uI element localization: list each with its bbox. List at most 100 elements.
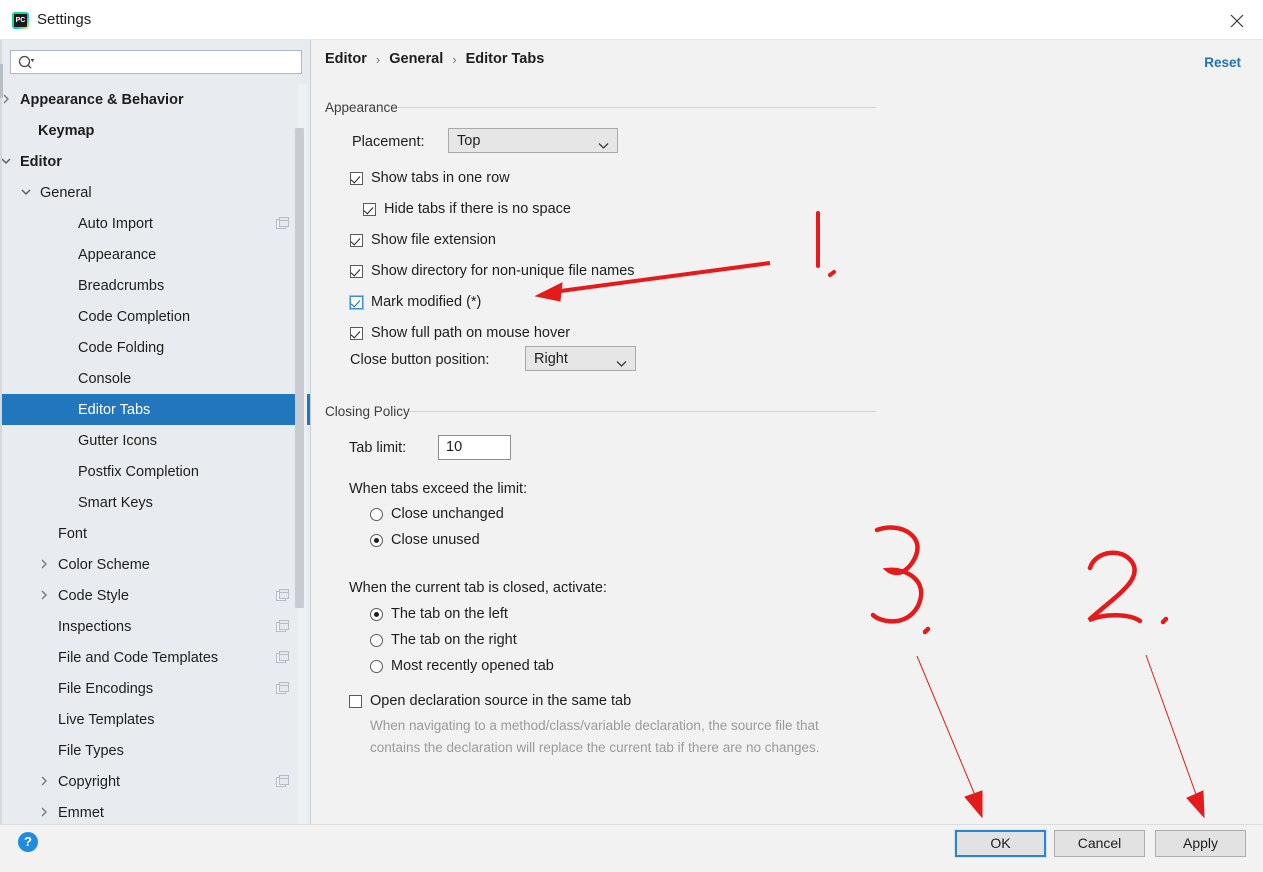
sidebar-left-edge xyxy=(0,40,2,824)
checkbox-row-show-file-extension[interactable]: Show file extension xyxy=(350,232,496,248)
sidebar-item-file-encodings[interactable]: File Encodings xyxy=(0,673,310,704)
search-field-wrap xyxy=(10,50,302,74)
chevron-right-icon[interactable] xyxy=(39,559,55,575)
cancel-button[interactable]: Cancel xyxy=(1054,830,1145,857)
sidebar-scrollbar-track[interactable] xyxy=(295,84,307,824)
sidebar-item-appearance[interactable]: Appearance xyxy=(0,239,310,270)
appearance-group-title: Appearance xyxy=(325,100,405,115)
checkbox-label: Mark modified (*) xyxy=(371,294,482,310)
checkbox-row-show-tabs-in-one-row[interactable]: Show tabs in one row xyxy=(350,170,510,186)
sidebar-item-inspections[interactable]: Inspections xyxy=(0,611,310,642)
sidebar-item-auto-import[interactable]: Auto Import xyxy=(0,208,310,239)
sidebar-item-label: Keymap xyxy=(38,122,95,139)
checkbox-show-file-extension[interactable] xyxy=(350,233,363,247)
sidebar-item-editor[interactable]: Editor xyxy=(0,146,310,177)
radio-row-the-tab-on-the-left[interactable]: The tab on the left xyxy=(370,606,508,622)
chevron-down-icon xyxy=(616,355,627,373)
radio-row-the-tab-on-the-right[interactable]: The tab on the right xyxy=(370,632,517,648)
config-scope-icon xyxy=(276,775,289,787)
radio-the-tab-on-the-right[interactable] xyxy=(370,633,383,647)
chevron-right-icon[interactable] xyxy=(39,590,55,606)
sidebar-item-label: Console xyxy=(78,370,132,387)
radio-row-most-recently-opened-tab[interactable]: Most recently opened tab xyxy=(370,658,554,674)
sidebar-item-postfix-completion[interactable]: Postfix Completion xyxy=(0,456,310,487)
checkbox-row-hide-tabs-if-there-is-no-space[interactable]: Hide tabs if there is no space xyxy=(363,201,571,217)
checkbox-show-tabs-in-one-row[interactable] xyxy=(350,171,363,185)
sidebar-item-font[interactable]: Font xyxy=(0,518,310,549)
close-button[interactable] xyxy=(1219,8,1255,33)
open-declaration-checkbox-row[interactable]: Open declaration source in the same tab xyxy=(349,693,631,709)
chevron-right-icon xyxy=(41,559,47,569)
checkbox-row-show-directory-for-non-unique-file-names[interactable]: Show directory for non-unique file names xyxy=(350,263,635,279)
sidebar-item-general[interactable]: General xyxy=(0,177,310,208)
sidebar-scrollbar-thumb[interactable] xyxy=(295,128,304,608)
checkbox-show-full-path-on-mouse-hover[interactable] xyxy=(350,326,363,340)
checkbox-show-directory-for-non-unique-file-names[interactable] xyxy=(350,264,363,278)
checkbox-row-mark-modified[interactable]: Mark modified (*) xyxy=(350,294,481,310)
radio-the-tab-on-the-left[interactable] xyxy=(370,607,383,621)
apply-button[interactable]: Apply xyxy=(1155,830,1246,857)
chevron-right-icon xyxy=(41,776,47,786)
radio-most-recently-opened-tab[interactable] xyxy=(370,659,383,673)
sidebar-item-label: Appearance xyxy=(78,246,157,263)
sidebar-item-file-types[interactable]: File Types xyxy=(0,735,310,766)
radio-close-unused[interactable] xyxy=(370,533,383,547)
sidebar-item-code-completion[interactable]: Code Completion xyxy=(0,301,310,332)
breadcrumb-separator-2: › xyxy=(452,51,457,67)
sidebar-item-label: Smart Keys xyxy=(78,494,153,511)
chevron-down-icon xyxy=(598,137,609,155)
sidebar-item-smart-keys[interactable]: Smart Keys xyxy=(0,487,310,518)
settings-main-panel: Editor › General › Editor Tabs Reset App… xyxy=(312,40,1263,824)
sidebar-item-label: Editor xyxy=(20,153,62,170)
search-input[interactable] xyxy=(41,53,296,72)
sidebar-item-code-style[interactable]: Code Style xyxy=(0,580,310,611)
sidebar-item-breadcrumbs[interactable]: Breadcrumbs xyxy=(0,270,310,301)
checkbox-row-show-full-path-on-mouse-hover[interactable]: Show full path on mouse hover xyxy=(350,325,570,341)
sidebar-item-file-and-code-templates[interactable]: File and Code Templates xyxy=(0,642,310,673)
sidebar-item-gutter-icons[interactable]: Gutter Icons xyxy=(0,425,310,456)
sidebar-item-label: Emmet xyxy=(58,804,104,821)
checkbox-label: Show tabs in one row xyxy=(371,170,510,186)
close-icon xyxy=(1230,14,1244,28)
sidebar-item-label: File Encodings xyxy=(58,680,154,697)
open-declaration-checkbox[interactable] xyxy=(349,694,362,708)
placement-select-value: Top xyxy=(457,132,481,149)
sidebar-item-keymap[interactable]: Keymap xyxy=(0,115,310,146)
chevron-right-icon xyxy=(41,807,47,817)
help-button[interactable]: ? xyxy=(18,832,38,852)
radio-label: The tab on the right xyxy=(391,632,517,648)
search-box[interactable] xyxy=(10,50,302,74)
chevron-down-icon[interactable] xyxy=(21,187,37,203)
sidebar-item-label: Code Completion xyxy=(78,308,191,325)
reset-link[interactable]: Reset xyxy=(1204,55,1241,70)
config-scope-icon xyxy=(276,682,289,695)
ok-button[interactable]: OK xyxy=(955,830,1046,857)
sidebar-item-color-scheme[interactable]: Color Scheme xyxy=(0,549,310,580)
breadcrumb-part-editor[interactable]: Editor xyxy=(325,51,367,67)
config-scope-icon xyxy=(276,217,289,230)
checkbox-label: Show full path on mouse hover xyxy=(371,325,571,341)
chevron-right-icon[interactable] xyxy=(39,776,55,792)
tab-limit-label: Tab limit: xyxy=(349,440,407,456)
sidebar-item-live-templates[interactable]: Live Templates xyxy=(0,704,310,735)
sidebar-item-label: Code Folding xyxy=(78,339,165,356)
placement-select[interactable]: Top xyxy=(448,128,618,153)
chevron-right-icon[interactable] xyxy=(1,94,17,110)
chevron-down-icon[interactable] xyxy=(1,156,17,172)
radio-row-close-unchanged[interactable]: Close unchanged xyxy=(370,506,504,522)
close-button-position-select[interactable]: Right xyxy=(525,346,636,371)
chevron-right-icon[interactable] xyxy=(39,807,55,823)
sidebar-item-copyright[interactable]: Copyright xyxy=(0,766,310,797)
sidebar-item-appearance-behavior[interactable]: Appearance & Behavior xyxy=(0,84,310,115)
sidebar-item-console[interactable]: Console xyxy=(0,363,310,394)
radio-row-close-unused[interactable]: Close unused xyxy=(370,532,480,548)
checkbox-mark-modified[interactable] xyxy=(350,295,363,309)
sidebar-item-editor-tabs[interactable]: Editor Tabs xyxy=(0,394,310,425)
breadcrumb-part-editor-tabs[interactable]: Editor Tabs xyxy=(466,51,545,67)
sidebar-item-code-folding[interactable]: Code Folding xyxy=(0,332,310,363)
checkbox-hide-tabs-if-there-is-no-space[interactable] xyxy=(363,202,376,216)
tab-limit-input[interactable]: 10 xyxy=(438,435,511,460)
breadcrumb-part-general[interactable]: General xyxy=(389,51,443,67)
sidebar-item-emmet[interactable]: Emmet xyxy=(0,797,310,824)
radio-close-unchanged[interactable] xyxy=(370,507,383,521)
